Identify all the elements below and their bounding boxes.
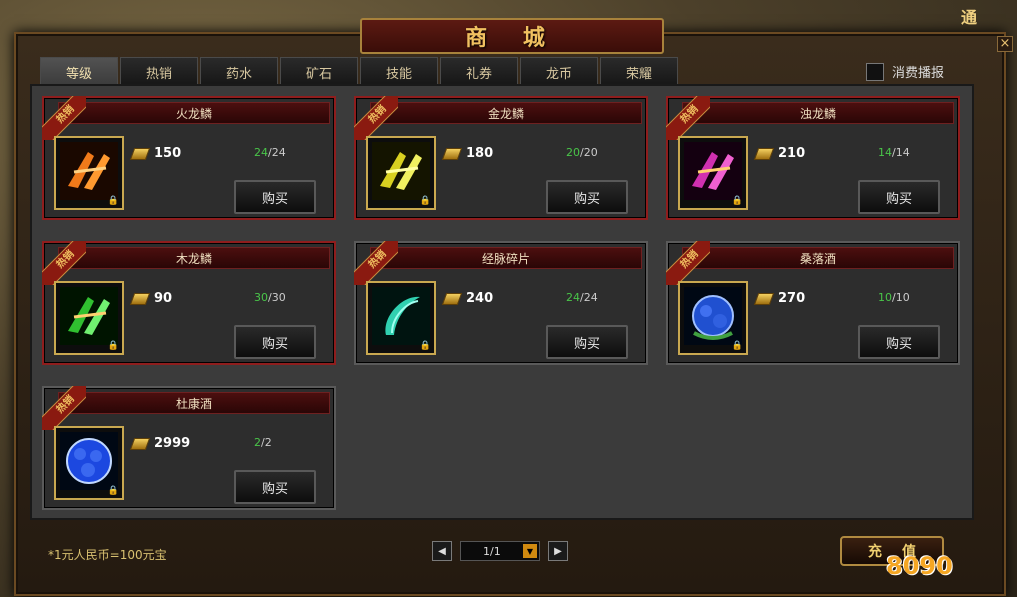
price: 270 bbox=[753, 291, 806, 306]
price-value: 2999 bbox=[154, 436, 191, 451]
lock-icon: 🔒 bbox=[731, 341, 743, 351]
item-card: 浊龙鳞 热销 🔒 210 14/14 购买 bbox=[666, 96, 960, 220]
chevron-down-icon[interactable]: ▼ bbox=[523, 544, 537, 558]
price: 180 bbox=[441, 146, 494, 161]
item-card: 火龙鳞 热销 🔒 150 24/24 购买 bbox=[42, 96, 336, 220]
lock-icon: 🔒 bbox=[107, 196, 119, 206]
pagination: ◀ 1/1 ▼ ▶ bbox=[432, 541, 568, 561]
stock: 2/2 bbox=[254, 436, 272, 449]
price-value: 180 bbox=[466, 146, 494, 161]
tab-coupon[interactable]: 礼券 bbox=[440, 57, 518, 86]
item-card: 杜康酒 热销 🔒 2999 2/2 购买 bbox=[42, 386, 336, 510]
page-indicator: 1/1 bbox=[483, 544, 501, 558]
price: 2999 bbox=[129, 436, 191, 451]
buy-button[interactable]: 购买 bbox=[546, 325, 628, 359]
ingot-icon bbox=[753, 292, 775, 305]
lock-icon: 🔒 bbox=[419, 341, 431, 351]
next-page-button[interactable]: ▶ bbox=[548, 541, 568, 561]
prev-page-button[interactable]: ◀ bbox=[432, 541, 452, 561]
tab-bar: 等级 热销 药水 矿石 技能 礼券 龙币 荣耀 bbox=[40, 57, 678, 86]
consume-broadcast-label: 消费播报 bbox=[892, 66, 945, 81]
item-name: 桑落酒 bbox=[682, 247, 954, 269]
hot-ribbon: 热销 bbox=[354, 96, 398, 140]
item-name: 金龙鳞 bbox=[370, 102, 642, 124]
lock-icon: 🔒 bbox=[107, 341, 119, 351]
price-value: 270 bbox=[778, 291, 806, 306]
ingot-icon bbox=[753, 147, 775, 160]
item-icon[interactable]: 🔒 bbox=[54, 281, 124, 355]
stock: 24/24 bbox=[254, 146, 286, 159]
price-value: 240 bbox=[466, 291, 494, 306]
item-icon[interactable]: 🔒 bbox=[54, 136, 124, 210]
close-button[interactable]: × bbox=[997, 36, 1013, 52]
tab-skill[interactable]: 技能 bbox=[360, 57, 438, 86]
site-watermark-logo: 8090 bbox=[886, 552, 953, 580]
hot-ribbon: 热销 bbox=[42, 241, 86, 285]
buy-button[interactable]: 购买 bbox=[234, 180, 316, 214]
ingot-icon bbox=[441, 147, 463, 160]
lock-icon: 🔒 bbox=[419, 196, 431, 206]
ingot-icon bbox=[129, 437, 151, 450]
ingot-icon bbox=[129, 292, 151, 305]
item-card: 桑落酒 热销 🔒 270 10/10 购买 bbox=[666, 241, 960, 365]
price-value: 150 bbox=[154, 146, 182, 161]
item-icon[interactable]: 🔒 bbox=[678, 281, 748, 355]
corner-text: 通 bbox=[960, 8, 977, 27]
tab-honor[interactable]: 荣耀 bbox=[600, 57, 678, 86]
item-icon[interactable]: 🔒 bbox=[366, 281, 436, 355]
buy-button[interactable]: 购买 bbox=[858, 325, 940, 359]
item-icon[interactable]: 🔒 bbox=[54, 426, 124, 500]
price-value: 210 bbox=[778, 146, 806, 161]
tab-hot[interactable]: 热销 bbox=[120, 57, 198, 86]
item-card: 木龙鳞 热销 🔒 90 30/30 购买 bbox=[42, 241, 336, 365]
stock: 20/20 bbox=[566, 146, 598, 159]
item-name: 杜康酒 bbox=[58, 392, 330, 414]
consume-broadcast-toggle[interactable]: 消费播报 bbox=[866, 62, 944, 81]
hot-ribbon: 热销 bbox=[666, 96, 710, 140]
buy-button[interactable]: 购买 bbox=[234, 325, 316, 359]
buy-button[interactable]: 购买 bbox=[858, 180, 940, 214]
hot-ribbon: 热销 bbox=[354, 241, 398, 285]
stock: 24/24 bbox=[566, 291, 598, 304]
item-icon[interactable]: 🔒 bbox=[366, 136, 436, 210]
lock-icon: 🔒 bbox=[107, 486, 119, 496]
hot-ribbon: 热销 bbox=[666, 241, 710, 285]
tab-potion[interactable]: 药水 bbox=[200, 57, 278, 86]
price: 240 bbox=[441, 291, 494, 306]
consume-broadcast-checkbox[interactable] bbox=[866, 62, 884, 81]
exchange-rate-note: *1元人民币=100元宝 bbox=[48, 548, 167, 562]
lock-icon: 🔒 bbox=[731, 196, 743, 206]
tab-ore[interactable]: 矿石 bbox=[280, 57, 358, 86]
buy-button[interactable]: 购买 bbox=[234, 470, 316, 504]
stock: 14/14 bbox=[878, 146, 910, 159]
buy-button[interactable]: 购买 bbox=[546, 180, 628, 214]
stock: 10/10 bbox=[878, 291, 910, 304]
item-name: 浊龙鳞 bbox=[682, 102, 954, 124]
page-selector[interactable]: 1/1 ▼ bbox=[460, 541, 540, 561]
item-card: 经脉碎片 热销 🔒 240 24/24 购买 bbox=[354, 241, 648, 365]
ingot-icon bbox=[441, 292, 463, 305]
ingot-icon bbox=[129, 147, 151, 160]
tab-level[interactable]: 等级 bbox=[40, 57, 118, 86]
window-title: 商 城 bbox=[360, 18, 664, 54]
hot-ribbon: 热销 bbox=[42, 386, 86, 430]
item-name: 火龙鳞 bbox=[58, 102, 330, 124]
item-card: 金龙鳞 热销 🔒 180 20/20 购买 bbox=[354, 96, 648, 220]
price: 210 bbox=[753, 146, 806, 161]
price-value: 90 bbox=[154, 291, 173, 306]
item-icon[interactable]: 🔒 bbox=[678, 136, 748, 210]
hot-ribbon: 热销 bbox=[42, 96, 86, 140]
stock: 30/30 bbox=[254, 291, 286, 304]
price: 90 bbox=[129, 291, 173, 306]
tab-dragon-coin[interactable]: 龙币 bbox=[520, 57, 598, 86]
item-name: 经脉碎片 bbox=[370, 247, 642, 269]
item-name: 木龙鳞 bbox=[58, 247, 330, 269]
price: 150 bbox=[129, 146, 182, 161]
